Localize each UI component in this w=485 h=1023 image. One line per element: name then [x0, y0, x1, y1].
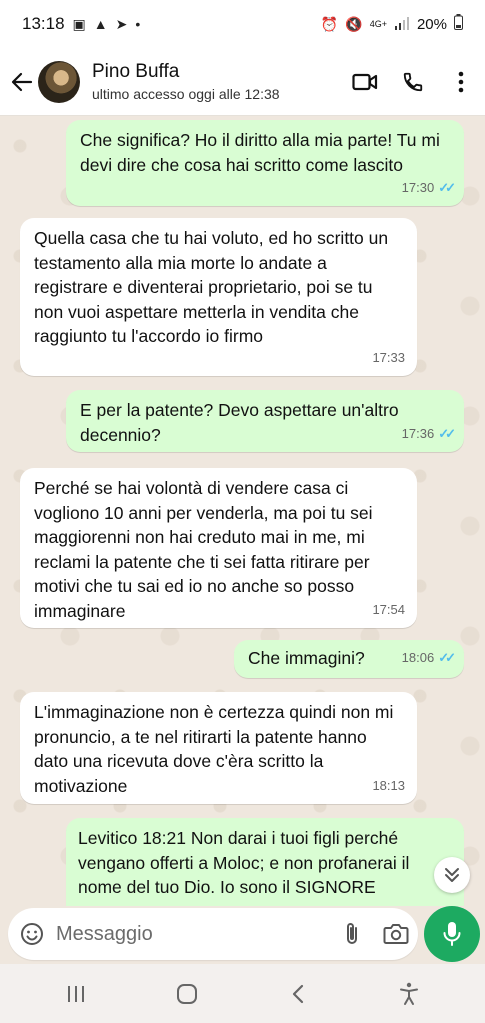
- last-seen: ultimo accesso oggi alle 12:38: [92, 86, 280, 102]
- more-notifications-icon: •: [135, 16, 141, 32]
- system-nav-bar: [0, 964, 485, 1023]
- read-receipt-icon: ✓✓: [438, 179, 456, 195]
- message-meta: 17:30 ✓✓: [401, 176, 456, 201]
- battery-percent: 20%: [416, 15, 447, 33]
- recent-apps-icon[interactable]: [46, 972, 106, 1016]
- alert-notification-icon: ▲: [93, 16, 108, 32]
- composer-bar: [0, 906, 485, 964]
- message-bubble-incoming[interactable]: Perché se hai volontà di vendere casa ci…: [20, 468, 417, 628]
- contact-info[interactable]: Pino Buffa ultimo accesso oggi alle 12:3…: [92, 61, 341, 102]
- double-chevron-down-icon[interactable]: [434, 857, 470, 893]
- message-text: Che significa? Ho il diritto alla mia pa…: [80, 130, 440, 175]
- read-receipt-icon: ✓✓: [438, 649, 456, 665]
- message-time: 17:33: [372, 349, 405, 365]
- message-time: 18:06: [401, 649, 435, 665]
- emoji-icon[interactable]: [8, 922, 56, 946]
- message-bubble-incoming[interactable]: Quella casa che tu hai voluto, ed ho scr…: [20, 218, 417, 376]
- message-bubble-outgoing[interactable]: Che significa? Ho il diritto alla mia pa…: [66, 120, 464, 206]
- chat-header: Pino Buffa ultimo accesso oggi alle 12:3…: [0, 48, 485, 116]
- camera-icon[interactable]: [374, 923, 418, 945]
- gallery-notification-icon: ▣: [72, 15, 86, 32]
- back-nav-icon[interactable]: [268, 972, 328, 1016]
- mute-icon: 🔇: [345, 15, 363, 32]
- paperclip-icon[interactable]: [330, 921, 374, 947]
- telegram-notification-icon: ➤: [115, 15, 128, 32]
- message-text: L'immaginazione non è certezza quindi no…: [34, 702, 394, 796]
- mic-icon[interactable]: [424, 906, 480, 962]
- more-vert-icon[interactable]: [437, 58, 485, 106]
- message-meta: 18:13: [372, 774, 405, 799]
- status-bar: 13:18 ▣ ▲ ➤ • ⏰ 🔇 4G+ 20%: [0, 0, 485, 48]
- message-meta: 17:33: [372, 346, 405, 371]
- message-text: E per la patente? Devo aspettare un'altr…: [80, 400, 399, 445]
- battery-icon: [454, 14, 463, 34]
- back-arrow-icon[interactable]: [4, 64, 40, 100]
- message-meta: 18:06 ✓✓: [401, 646, 456, 671]
- message-bubble-incoming[interactable]: L'immaginazione non è certezza quindi no…: [20, 692, 417, 804]
- contact-name: Pino Buffa: [92, 61, 180, 82]
- signal-icon: [394, 16, 410, 33]
- accessibility-icon[interactable]: [379, 972, 439, 1016]
- message-meta: 17:36 ✓✓: [401, 422, 456, 447]
- message-time: 17:30: [401, 179, 435, 195]
- message-meta: 17:54: [372, 598, 405, 623]
- message-time: 18:13: [372, 777, 405, 793]
- read-receipt-icon: ✓✓: [438, 425, 456, 441]
- alarm-icon: ⏰: [320, 15, 339, 32]
- home-icon[interactable]: [157, 972, 217, 1016]
- network-type: 4G+: [369, 18, 387, 29]
- message-text: Perché se hai volontà di vendere casa ci…: [34, 478, 373, 621]
- composer-pill: [8, 908, 418, 960]
- message-bubble-outgoing[interactable]: Che immagini? 18:06 ✓✓: [234, 640, 464, 678]
- chat-messages[interactable]: Che significa? Ho il diritto alla mia pa…: [0, 116, 485, 906]
- video-call-icon[interactable]: [341, 58, 389, 106]
- message-time: 17:36: [401, 425, 435, 441]
- phone-icon[interactable]: [389, 58, 437, 106]
- message-bubble-outgoing[interactable]: Levitico 18:21 Non darai i tuoi figli pe…: [66, 818, 464, 906]
- status-time: 13:18: [22, 14, 65, 33]
- message-bubble-outgoing[interactable]: E per la patente? Devo aspettare un'altr…: [66, 390, 464, 452]
- contact-avatar[interactable]: [38, 60, 80, 103]
- message-input[interactable]: [56, 914, 330, 954]
- message-text: Levitico 18:21 Non darai i tuoi figli pe…: [78, 828, 410, 897]
- message-text: Quella casa che tu hai voluto, ed ho scr…: [34, 228, 389, 346]
- message-time: 17:54: [372, 601, 405, 617]
